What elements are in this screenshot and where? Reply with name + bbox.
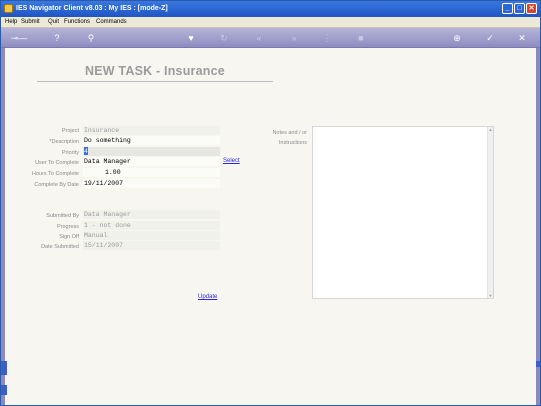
app-window: IES Navigator Client v8.03 : My IES : [m… [0, 0, 541, 406]
complete-by-date-field[interactable]: 19/11/2007 [83, 179, 220, 188]
side-tab[interactable] [1, 361, 7, 375]
user-to-complete-label: User To Complete [35, 160, 79, 166]
submitted-by-label: Submitted By [46, 213, 79, 219]
menu-submit[interactable]: Submit [21, 19, 40, 25]
progress-field: 1 - not done [83, 221, 220, 230]
hours-to-complete-label: Hours To Complete [32, 171, 79, 177]
tree-icon[interactable]: ⋮ [321, 32, 333, 44]
left-panel-edge [1, 48, 5, 405]
search-icon[interactable]: ⚲ [85, 32, 97, 44]
page-title: NEW TASK - Insurance [85, 64, 225, 78]
fast-forward-icon[interactable]: » [288, 32, 300, 44]
help-icon[interactable]: ? [51, 32, 63, 44]
hours-to-complete-field[interactable]: 1.00 [83, 168, 220, 177]
menu-help[interactable]: Help [5, 19, 17, 25]
priority-label: Priority [61, 150, 79, 156]
heading-divider [37, 81, 273, 82]
menu-bar: Help Submit Quit Functions Commands [1, 17, 540, 28]
scroll-down-icon[interactable]: ▼ [488, 293, 493, 298]
description-label: *Description [49, 139, 79, 145]
project-field: Insurance [83, 126, 220, 135]
refresh-icon[interactable]: ↻ [218, 32, 230, 44]
date-submitted-label: Date Submitted [41, 244, 79, 250]
ok-icon[interactable]: ✓ [484, 32, 496, 44]
submitted-by-field: Data Manager [83, 210, 220, 219]
right-panel-edge [536, 48, 540, 405]
rewind-icon[interactable]: « [253, 32, 265, 44]
instructions-label: Instructions [278, 140, 307, 146]
navigate-icon[interactable]: ⊕ [451, 32, 463, 44]
notes-label: Notes and / or [272, 130, 307, 136]
menu-functions[interactable]: Functions [64, 19, 90, 25]
right-panel-marker [536, 361, 540, 367]
window-title: IES Navigator Client v8.03 : My IES : [m… [16, 5, 168, 12]
date-submitted-field: 15/11/2007 [83, 241, 220, 250]
priority-value: 4 [84, 147, 88, 155]
description-field[interactable]: Do something [83, 136, 220, 145]
notes-scrollbar[interactable]: ▲ ▼ [487, 127, 493, 298]
minimize-button[interactable]: _ [502, 3, 513, 14]
toolbar: ⊸— ? ⚲ ♥ ↻ « » ⋮ ■ ⊕ ✓ ✕ [1, 28, 540, 48]
title-bar: IES Navigator Client v8.03 : My IES : [m… [1, 1, 540, 17]
update-link[interactable]: Update [198, 294, 217, 300]
user-to-complete-field[interactable]: Data Manager [83, 157, 220, 166]
scroll-up-icon[interactable]: ▲ [488, 127, 493, 132]
complete-by-date-label: Complete By Date [34, 182, 79, 188]
maximize-button[interactable]: □ [514, 3, 525, 14]
close-icon[interactable]: ✕ [516, 32, 528, 44]
close-window-button[interactable]: ✕ [526, 3, 537, 14]
priority-field[interactable]: 4 [83, 147, 220, 156]
menu-commands[interactable]: Commands [96, 19, 127, 25]
notes-textarea[interactable] [312, 126, 494, 299]
stop-icon[interactable]: ■ [355, 32, 367, 44]
menu-quit[interactable]: Quit [48, 19, 59, 25]
app-icon [4, 4, 13, 13]
sign-off-label: Sign Off [59, 234, 79, 240]
progress-label: Progress [56, 224, 79, 230]
heart-icon[interactable]: ♥ [185, 32, 197, 44]
select-user-link[interactable]: Select [223, 158, 240, 164]
key-icon[interactable]: ⊸— [7, 32, 31, 44]
project-label: Project [61, 128, 79, 134]
side-tab-lower[interactable] [1, 385, 7, 395]
sign-off-field: Manual [83, 231, 220, 240]
